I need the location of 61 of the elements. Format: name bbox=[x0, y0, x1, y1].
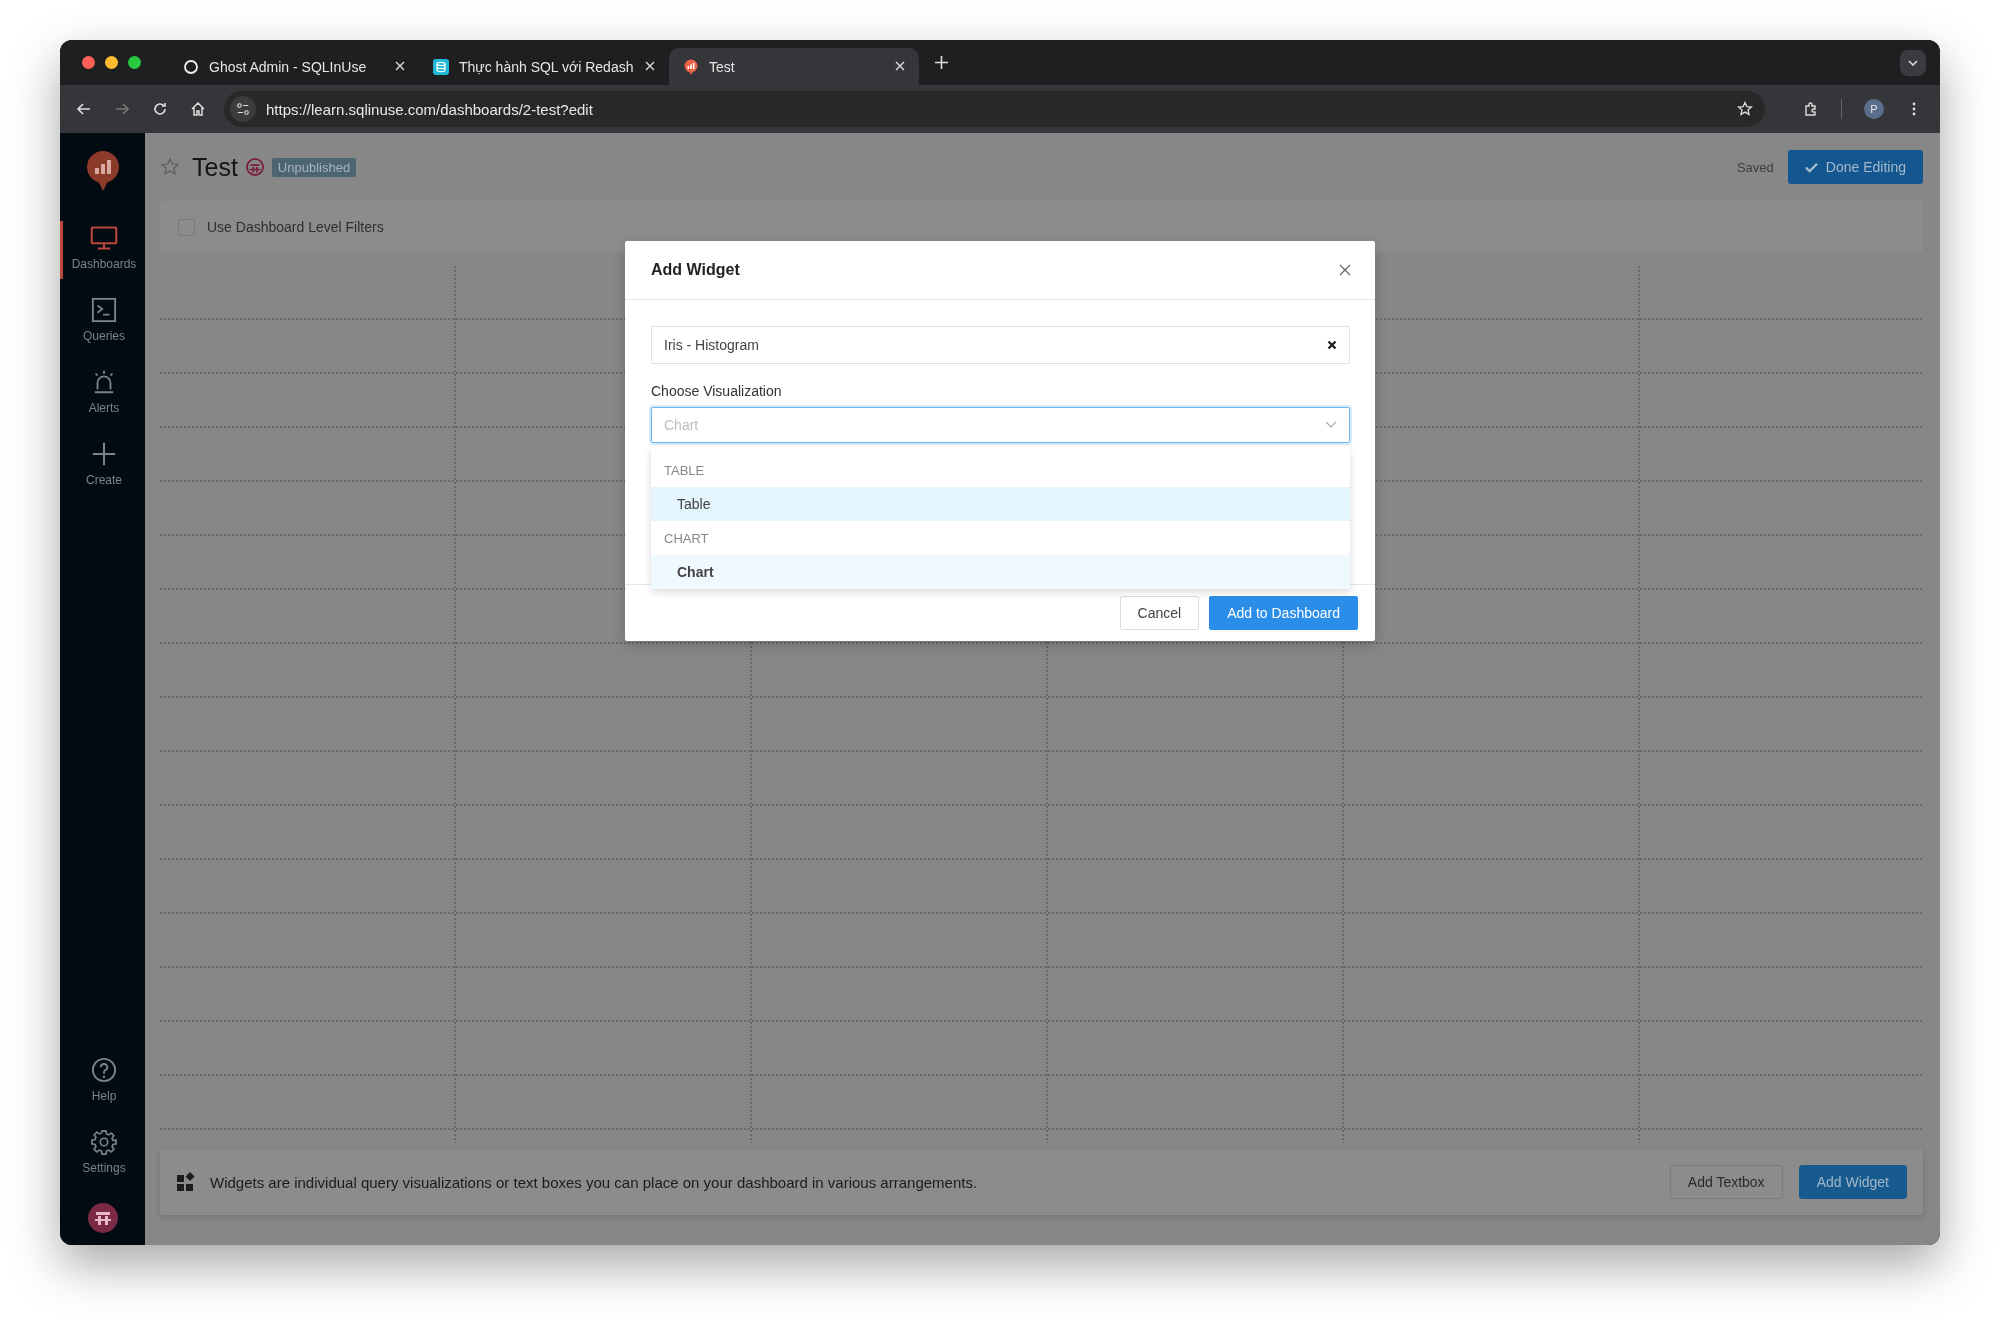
user-avatar bbox=[245, 158, 264, 176]
browser-tab[interactable]: Test bbox=[669, 48, 919, 85]
clear-icon[interactable] bbox=[1327, 340, 1337, 350]
chart-bubble-icon bbox=[683, 58, 699, 75]
caret-icon bbox=[1325, 421, 1337, 429]
back-icon[interactable] bbox=[76, 101, 92, 117]
dropdown-option[interactable]: Chart bbox=[651, 555, 1350, 589]
url-text: https://learn.sqlinuse.com/dashboards/2-test?edit bbox=[266, 100, 593, 118]
group-heading: TABLE bbox=[663, 462, 706, 480]
sidebar-item[interactable]: Alerts bbox=[60, 365, 145, 423]
address-bar[interactable]: https://learn.sqlinuse.com/dashboards/2-test?edit bbox=[224, 91, 1765, 127]
caret-icon bbox=[1908, 59, 1918, 66]
reload-icon[interactable] bbox=[152, 101, 168, 117]
cancel-button[interactable]: Cancel bbox=[1119, 596, 1200, 630]
sidebar-item[interactable]: Settings bbox=[60, 1125, 145, 1183]
add-textbox-button[interactable]: Add Textbox bbox=[1669, 1165, 1783, 1199]
close-tab-icon[interactable] bbox=[895, 60, 907, 73]
save-status: Saved bbox=[1736, 159, 1774, 175]
browser-tab[interactable]: Ghost Admin - SQLInUse bbox=[169, 48, 419, 85]
field-label: Choose Visualization bbox=[651, 383, 783, 399]
add-widget-button[interactable]: Add Widget bbox=[1798, 1165, 1907, 1199]
site-settings-icon[interactable] bbox=[230, 96, 256, 122]
circle-icon bbox=[183, 58, 199, 75]
close-tab-icon[interactable] bbox=[645, 60, 657, 73]
forward-icon[interactable] bbox=[114, 101, 130, 117]
chart-bubble-logo[interactable] bbox=[85, 151, 120, 191]
tab-list-button[interactable] bbox=[1900, 49, 1926, 76]
filters-checkbox[interactable]: Use Dashboard Level Filters bbox=[178, 218, 384, 236]
bookmark-star-icon[interactable] bbox=[1737, 101, 1753, 117]
minimize-window-icon[interactable] bbox=[105, 56, 118, 69]
settings-icon bbox=[90, 1129, 118, 1155]
group-heading: CHART bbox=[663, 530, 710, 548]
help-icon bbox=[90, 1057, 118, 1083]
new-tab-icon[interactable] bbox=[935, 56, 948, 69]
close-icon[interactable] bbox=[1339, 264, 1351, 276]
sidebar-item[interactable]: Create bbox=[60, 437, 145, 495]
zoom-window-icon[interactable] bbox=[128, 56, 141, 69]
done-editing-button[interactable]: Done Editing bbox=[1787, 150, 1923, 184]
dropdown-option[interactable]: Table bbox=[651, 487, 1350, 521]
add-to-dashboard-button[interactable]: Add to Dashboard bbox=[1209, 596, 1358, 630]
extensions-icon[interactable] bbox=[1803, 101, 1819, 117]
check-icon bbox=[1804, 161, 1818, 173]
hint-text: Widgets are individual query visualizations or text boxes you can place on your dashboard in various arrangements. bbox=[210, 1173, 978, 1191]
query-field[interactable]: Iris - Histogram bbox=[651, 326, 1350, 364]
browser-tab[interactable]: Thực hành SQL với Redash bbox=[419, 48, 669, 85]
database-icon bbox=[433, 58, 449, 75]
profile-avatar[interactable]: P bbox=[1864, 99, 1884, 119]
terminal-icon bbox=[90, 297, 118, 323]
sidebar-item[interactable]: Queries bbox=[60, 293, 145, 351]
plus-icon bbox=[90, 441, 118, 467]
sidebar-item[interactable]: Help bbox=[60, 1053, 145, 1111]
status-badge: Unpublished bbox=[271, 157, 357, 177]
monitor-icon bbox=[90, 225, 118, 251]
widgets-icon bbox=[176, 1172, 196, 1192]
user-avatar[interactable] bbox=[87, 1203, 118, 1233]
home-icon[interactable] bbox=[190, 101, 206, 117]
favorite-star-icon[interactable] bbox=[160, 157, 180, 177]
close-window-icon[interactable] bbox=[82, 56, 95, 69]
dashboard-title: Test bbox=[192, 152, 238, 182]
dialog-title: Add Widget bbox=[651, 261, 740, 279]
close-tab-icon[interactable] bbox=[395, 60, 407, 73]
